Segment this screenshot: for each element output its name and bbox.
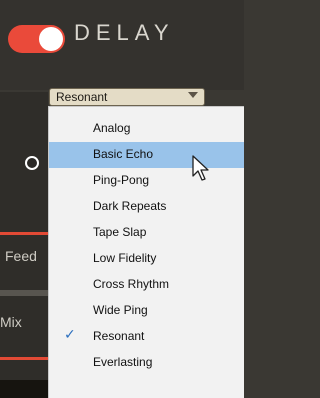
feed-label: Feed bbox=[5, 248, 37, 264]
control-strip bbox=[0, 92, 48, 398]
menu-item-tape-slap[interactable]: Tape Slap bbox=[49, 220, 244, 246]
menu-item-analog[interactable]: Analog bbox=[49, 116, 244, 142]
menu-item-label: Cross Rhythm bbox=[93, 277, 170, 291]
menu-item-label: Low Fidelity bbox=[93, 251, 157, 265]
menu-item-label: Dark Repeats bbox=[93, 199, 167, 213]
menu-item-wide-ping[interactable]: Wide Ping bbox=[49, 298, 244, 324]
knob-indicator[interactable] bbox=[25, 156, 39, 170]
menu-item-label: Analog bbox=[93, 121, 131, 135]
mix-label: Mix bbox=[0, 314, 22, 330]
delay-power-toggle[interactable] bbox=[8, 25, 65, 53]
preset-menu: Analog Basic Echo Ping-Pong Dark Repeats… bbox=[48, 106, 244, 398]
toggle-knob bbox=[39, 27, 63, 51]
preset-dropdown-value: Resonant bbox=[56, 90, 108, 104]
menu-item-label: Everlasting bbox=[93, 355, 153, 369]
mix-level-line bbox=[0, 357, 48, 360]
menu-item-low-fidelity[interactable]: Low Fidelity bbox=[49, 246, 244, 272]
menu-item-cross-rhythm[interactable]: Cross Rhythm bbox=[49, 272, 244, 298]
menu-item-ping-pong[interactable]: Ping-Pong bbox=[49, 168, 244, 194]
menu-item-label: Tape Slap bbox=[93, 225, 147, 239]
checkmark-icon: ✓ bbox=[64, 327, 76, 343]
preset-dropdown[interactable]: Resonant bbox=[49, 88, 205, 106]
menu-item-label: Resonant bbox=[93, 329, 145, 343]
feed-level-line bbox=[0, 232, 48, 235]
delay-title: DELAY bbox=[74, 20, 175, 45]
menu-item-dark-repeats[interactable]: Dark Repeats bbox=[49, 194, 244, 220]
menu-item-everlasting[interactable]: Everlasting bbox=[49, 350, 244, 376]
menu-item-basic-echo[interactable]: Basic Echo bbox=[49, 142, 244, 168]
menu-item-label: Basic Echo bbox=[93, 147, 154, 161]
chevron-down-icon bbox=[188, 92, 198, 98]
menu-item-label: Ping-Pong bbox=[93, 173, 150, 187]
menu-item-label: Wide Ping bbox=[93, 303, 148, 317]
menu-item-resonant[interactable]: ✓ Resonant bbox=[49, 324, 244, 350]
mouse-pointer-icon bbox=[192, 155, 209, 181]
